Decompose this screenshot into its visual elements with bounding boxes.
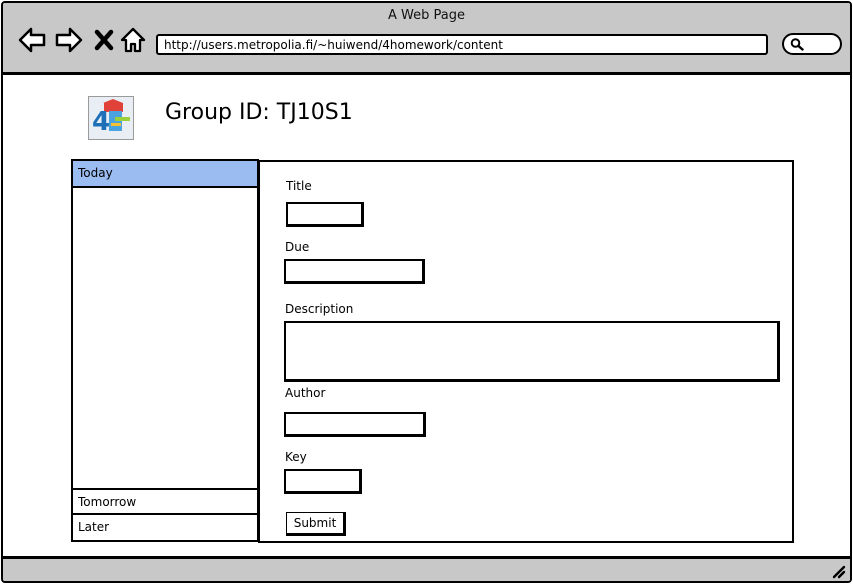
back-arrow-icon[interactable] bbox=[17, 25, 47, 55]
address-bar[interactable] bbox=[156, 34, 768, 55]
sidebar: Today Tomorrow Later bbox=[71, 159, 259, 542]
due-field[interactable] bbox=[284, 259, 425, 284]
sidebar-item-today[interactable]: Today bbox=[73, 161, 257, 188]
browser-toolbar: A Web Page bbox=[3, 3, 850, 75]
logo-text: 4 bbox=[92, 107, 110, 137]
title-field[interactable] bbox=[286, 202, 364, 227]
home-icon[interactable] bbox=[118, 25, 148, 55]
status-bar bbox=[3, 556, 850, 581]
sidebar-item-tomorrow[interactable]: Tomorrow bbox=[73, 488, 257, 515]
window-title: A Web Page bbox=[388, 8, 465, 23]
author-label: Author bbox=[285, 386, 326, 400]
submit-button[interactable]: Submit bbox=[286, 512, 346, 536]
sidebar-item-later[interactable]: Later bbox=[73, 515, 257, 542]
due-label: Due bbox=[285, 240, 310, 254]
resize-grip-icon[interactable] bbox=[830, 563, 846, 579]
homework-form: Title Due Description Author Key Submit bbox=[258, 160, 794, 543]
browser-window: A Web Page 4 Group ID: TJ10S1 bbox=[1, 1, 852, 583]
forward-arrow-icon[interactable] bbox=[54, 25, 84, 55]
group-id-title: Group ID: TJ10S1 bbox=[165, 100, 353, 125]
search-icon bbox=[790, 38, 804, 51]
key-label: Key bbox=[285, 450, 307, 464]
app-logo: 4 bbox=[88, 96, 134, 140]
description-field[interactable] bbox=[284, 321, 780, 382]
title-label: Title bbox=[286, 179, 312, 193]
key-field[interactable] bbox=[284, 469, 362, 494]
author-field[interactable] bbox=[284, 412, 426, 437]
search-box[interactable] bbox=[782, 33, 842, 55]
description-label: Description bbox=[285, 302, 354, 316]
close-icon[interactable] bbox=[90, 25, 120, 55]
